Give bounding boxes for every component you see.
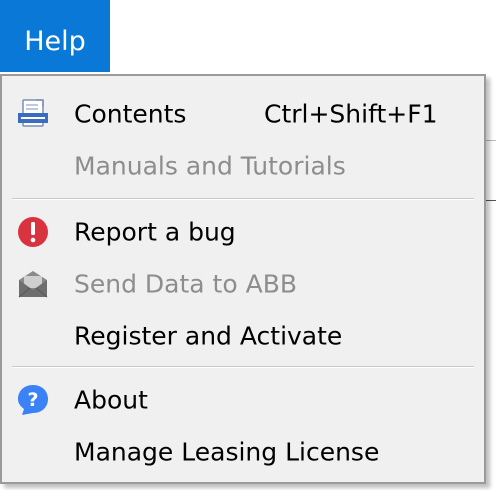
- help-icon: ?: [16, 383, 50, 417]
- menu-item-register-and-activate[interactable]: Register and Activate: [2, 312, 484, 360]
- background-divider: [486, 200, 496, 201]
- menu-separator: [12, 198, 474, 200]
- menu-item-label: Manuals and Tutorials: [74, 151, 346, 181]
- contents-doc-icon: [16, 97, 50, 131]
- menu-item-label: Register and Activate: [74, 321, 343, 351]
- menu-separator: [12, 366, 474, 368]
- menu-help[interactable]: Help: [0, 0, 110, 72]
- envelope-icon: [16, 267, 50, 301]
- menu-item-label: Manage Leasing License: [74, 437, 380, 467]
- menu-item-manuals-and-tutorials[interactable]: Manuals and Tutorials: [2, 142, 484, 190]
- menu-item-send-data-to-abb[interactable]: Send Data to ABB: [2, 260, 484, 308]
- menu-item-label: Report a bug: [74, 217, 236, 247]
- menu-item-report-a-bug[interactable]: Report a bug: [2, 208, 484, 256]
- background-divider: [486, 140, 496, 141]
- menu-item-label: Send Data to ABB: [74, 269, 297, 299]
- menu-item-manage-leasing-license[interactable]: Manage Leasing License: [2, 428, 484, 476]
- menu-item-label: Contents: [74, 99, 187, 129]
- svg-text:?: ?: [27, 389, 38, 411]
- error-icon: [16, 215, 50, 249]
- menu-item-shortcut: Ctrl+Shift+F1: [264, 99, 438, 129]
- menu-help-label: Help: [24, 25, 86, 57]
- menu-item-label: About: [74, 385, 148, 415]
- menu-item-contents[interactable]: Contents Ctrl+Shift+F1: [2, 90, 484, 138]
- help-dropdown-menu: Contents Ctrl+Shift+F1 Manuals and Tutor…: [0, 74, 486, 484]
- menu-item-about[interactable]: ? About: [2, 376, 484, 424]
